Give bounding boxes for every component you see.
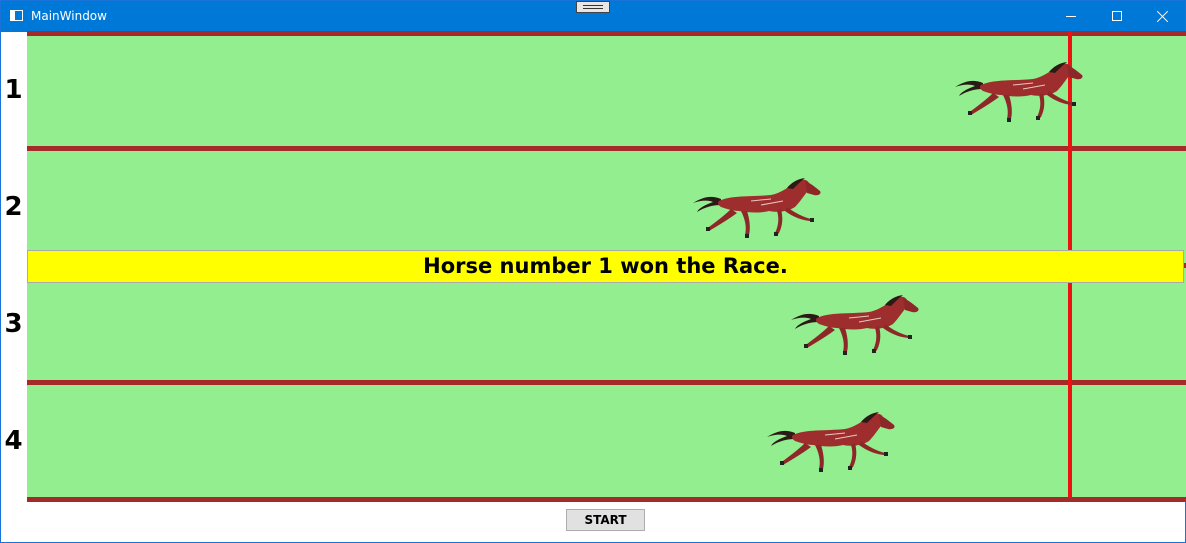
title-grip-handle[interactable] [576,1,610,13]
close-button[interactable] [1139,1,1185,32]
title-bar[interactable]: MainWindow [1,1,1185,32]
maximize-button[interactable] [1093,1,1139,32]
horse-4-icon [765,409,897,477]
minimize-button[interactable] [1047,1,1093,32]
close-icon [1156,10,1170,24]
lane-rail [27,497,1186,502]
lane-number-1: 1 [4,75,23,105]
start-button[interactable]: START [566,509,645,531]
app-icon [10,10,23,21]
horse-3-icon [789,292,921,360]
horse-1-icon [953,59,1085,127]
maximize-icon [1112,11,1122,21]
lane-number-4: 4 [4,426,23,456]
lane-number-3: 3 [4,309,23,339]
minimize-icon [1066,16,1076,17]
lane-rail [27,146,1186,151]
lane-rail [27,31,1186,36]
lane-number-2: 2 [4,192,23,222]
horse-2-icon [691,175,823,243]
lane-rail [27,380,1186,385]
winner-banner: Horse number 1 won the Race. [27,250,1184,283]
window-title: MainWindow [31,9,107,23]
